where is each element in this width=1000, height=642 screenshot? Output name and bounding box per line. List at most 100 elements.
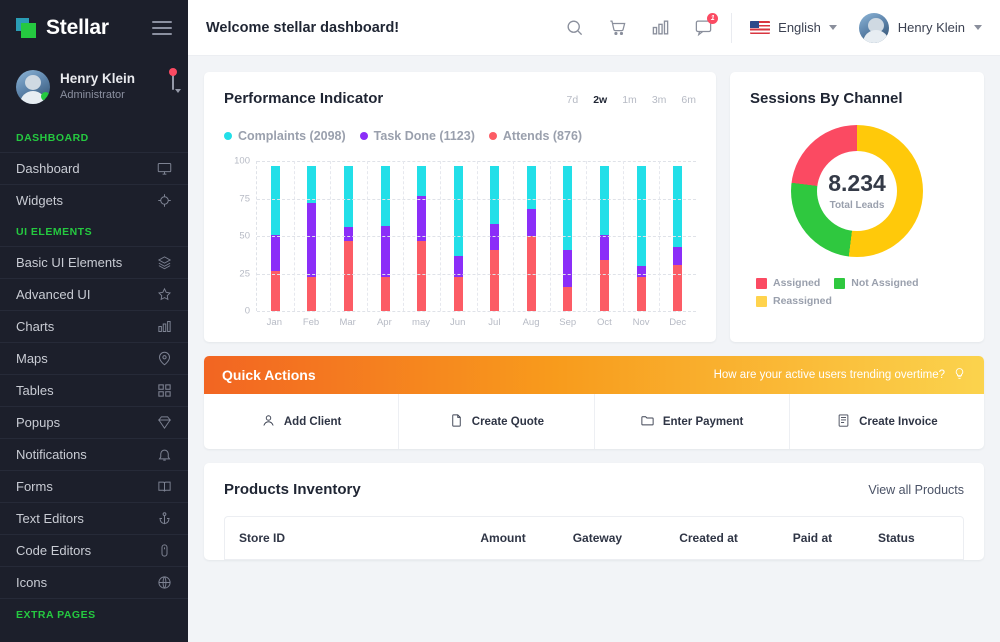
donut-center: 8.234 Total Leads [817, 151, 897, 231]
stacked-bar[interactable] [343, 165, 353, 311]
stacked-bar[interactable] [380, 165, 390, 311]
hamburger-menu-icon[interactable] [152, 21, 172, 35]
bar-segment [380, 276, 390, 311]
sidebar-section-dashboard: DASHBOARD [16, 132, 89, 144]
gridline-vertical [293, 161, 295, 311]
x-tick: Jan [266, 317, 282, 328]
stacked-bar[interactable] [307, 165, 317, 311]
stacked-bar[interactable] [526, 165, 536, 311]
sidebar-item-notifications[interactable]: Notifications [0, 438, 188, 470]
range-3m[interactable]: 3m [652, 94, 667, 106]
donut-ring[interactable]: 8.234 Total Leads [791, 125, 923, 257]
legend-item-attends[interactable]: Attends (876) [488, 129, 582, 143]
bar-segment [343, 240, 353, 311]
sidebar-section-ui-elements: UI ELEMENTS [16, 226, 93, 238]
search-icon[interactable] [565, 18, 584, 37]
stacked-bar[interactable] [636, 165, 646, 311]
x-tick: Sep [559, 317, 577, 328]
legend-item-complaints[interactable]: Complaints (2098) [224, 129, 346, 143]
bar-segment [673, 264, 683, 311]
monitor-icon [157, 161, 172, 176]
create-quote-button[interactable]: Create Quote [399, 394, 595, 449]
chevron-down-icon [828, 25, 837, 30]
sidebar-item-maps[interactable]: Maps [0, 342, 188, 374]
mouse-icon [157, 543, 172, 558]
enter-payment-button[interactable]: Enter Payment [595, 394, 790, 449]
sidebar-profile[interactable]: Henry Klein Administrator [0, 56, 188, 122]
view-all-products-link[interactable]: View all Products [868, 483, 964, 497]
legend-label: Task Done (1123) [373, 129, 475, 143]
stacked-bar[interactable] [270, 165, 280, 311]
sidebar-item-label: Forms [16, 479, 53, 494]
message-icon[interactable]: 1 [694, 13, 719, 37]
sessions-title: Sessions By Channel [750, 90, 903, 107]
profile-role: Administrator [60, 89, 125, 102]
y-tick: 0 [244, 305, 250, 317]
bar-segment [417, 240, 427, 311]
legend-item-not-assigned[interactable]: Not Assigned [834, 277, 919, 289]
diamond-icon [157, 415, 172, 430]
donut-chart: 8.234 Total Leads [750, 125, 964, 257]
action-label: Create Invoice [859, 415, 938, 428]
sidebar-item-basic-ui-elements[interactable]: Basic UI Elements [0, 246, 188, 278]
lightbulb-icon[interactable] [953, 367, 966, 383]
add-client-button[interactable]: Add Client [204, 394, 400, 449]
x-tick: Aug [522, 317, 540, 328]
file-icon [449, 413, 464, 431]
sidebar-item-code-editors[interactable]: Code Editors [0, 534, 188, 566]
stacked-bar[interactable] [673, 165, 683, 311]
x-tick: Dec [669, 317, 687, 328]
plot-area [256, 161, 696, 312]
legend-item-reassigned[interactable]: Reassigned [756, 295, 832, 307]
bar-segment [417, 195, 427, 241]
bar-segment [563, 249, 573, 287]
legend-item-assigned[interactable]: Assigned [756, 277, 820, 289]
quick-actions-list: Add Client Create Quote Enter Payment Cr… [204, 394, 984, 449]
range-selector: 7d 2w 1m 3m 6m [567, 94, 696, 106]
sidebar-item-icons[interactable]: Icons [0, 566, 188, 598]
stacked-bar[interactable] [490, 165, 500, 311]
language-selector[interactable]: English [750, 20, 837, 35]
content-scroll-area[interactable]: Performance Indicator 7d 2w 1m 3m 6m Com… [188, 56, 1000, 642]
sidebar: Stellar Henry Klein Administrator DASHBO… [0, 0, 188, 642]
stacked-bar[interactable] [599, 165, 609, 311]
sidebar-item-text-editors[interactable]: Text Editors [0, 502, 188, 534]
stacked-bar[interactable] [563, 165, 573, 311]
range-7d[interactable]: 7d [567, 94, 579, 106]
sidebar-item-label: Tables [16, 383, 54, 398]
total-leads-value: 8.234 [828, 169, 886, 196]
range-1m[interactable]: 1m [622, 94, 637, 106]
stacked-bar[interactable] [417, 165, 427, 311]
bar-segment [599, 165, 609, 235]
bar-chart-icon[interactable] [651, 18, 670, 37]
profile-message-icon[interactable] [169, 68, 177, 90]
sidebar-item-forms[interactable]: Forms [0, 470, 188, 502]
star-icon [157, 287, 172, 302]
anchor-icon [157, 511, 172, 526]
user-menu[interactable]: Henry Klein [858, 12, 982, 43]
cart-icon[interactable] [608, 18, 627, 37]
sidebar-item-advanced-ui[interactable]: Advanced UI [0, 278, 188, 310]
globe-icon [157, 575, 172, 590]
sidebar-item-widgets[interactable]: Widgets [0, 184, 188, 216]
bar-segment [563, 287, 573, 311]
bar-segment [343, 165, 353, 227]
map-pin-icon [157, 351, 172, 366]
sidebar-item-charts[interactable]: Charts [0, 310, 188, 342]
legend-item-task-done[interactable]: Task Done (1123) [359, 129, 475, 143]
action-label: Enter Payment [662, 415, 744, 428]
sidebar-item-dashboard[interactable]: Dashboard [0, 152, 188, 184]
x-tick: Mar [339, 317, 356, 328]
bar-segment [343, 227, 353, 241]
x-tick: Jun [450, 317, 466, 328]
range-2w[interactable]: 2w [593, 94, 607, 106]
book-icon [157, 479, 172, 494]
sidebar-item-popups[interactable]: Popups [0, 406, 188, 438]
gridline-vertical [586, 161, 588, 311]
range-6m[interactable]: 6m [681, 94, 696, 106]
stacked-bar[interactable] [453, 165, 463, 311]
sidebar-item-tables[interactable]: Tables [0, 374, 188, 406]
column-amount: Amount [480, 531, 526, 545]
column-status: Status [877, 531, 915, 545]
create-invoice-button[interactable]: Create Invoice [790, 394, 984, 449]
